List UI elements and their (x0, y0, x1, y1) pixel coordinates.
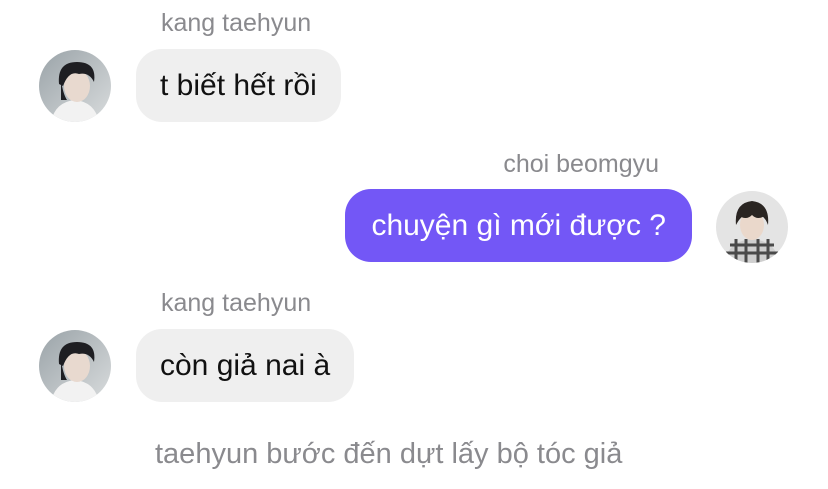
sender-name: kang taehyun (161, 289, 312, 317)
sender-name: kang taehyun (161, 9, 312, 37)
beomgyu-avatar-icon[interactable] (716, 191, 788, 263)
taehyun-avatar-icon[interactable] (39, 330, 111, 402)
message-bubble[interactable]: chuyện gì mới được ? (345, 189, 692, 262)
message-bubble[interactable]: còn giả nai à (136, 329, 355, 402)
message-bubble[interactable]: t biết hết rồi (136, 49, 341, 122)
sender-name: choi beomgyu (503, 150, 659, 178)
taehyun-avatar-icon[interactable] (39, 50, 111, 122)
narration-text: taehyun bước đến dựt lấy bộ tóc giả (155, 438, 623, 470)
